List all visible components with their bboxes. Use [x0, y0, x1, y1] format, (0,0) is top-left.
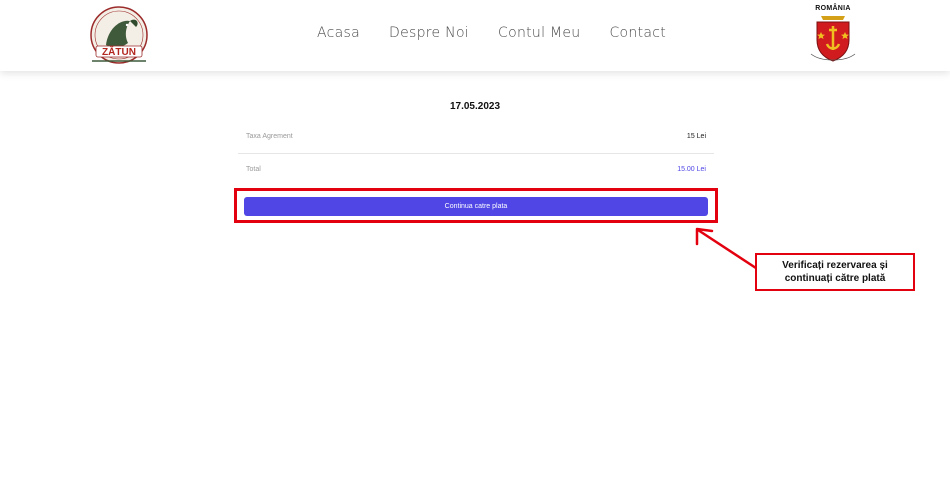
crest-title: ROMÂNIA: [815, 5, 851, 12]
annotation-callout: Verificați rezervarea și continuați cătr…: [755, 253, 915, 291]
fee-label: Taxa Agrement: [246, 133, 293, 140]
callout-line-1: Verificați rezervarea și: [782, 260, 888, 271]
nav-contact[interactable]: Contact: [609, 25, 666, 41]
main-nav: Acasa Despre Noi Contul Meu Contact: [317, 25, 666, 41]
callout-line-2: continuați către plată: [784, 273, 886, 284]
site-header: ZĂTUN Acasa Despre Noi Contul Meu Contac…: [0, 0, 950, 71]
nav-acasa[interactable]: Acasa: [317, 25, 360, 41]
fish-logo-icon: ZĂTUN: [90, 6, 148, 64]
nav-contul-meu[interactable]: Contul Meu: [498, 25, 580, 41]
county-crest[interactable]: ROMÂNIA: [805, 5, 861, 65]
booking-date: 17.05.2023: [449, 101, 501, 112]
nav-despre-noi[interactable]: Despre Noi: [389, 25, 469, 41]
summary-divider: [238, 153, 714, 154]
total-value: 15.00 Lei: [677, 166, 706, 173]
county-crest-icon: [810, 16, 856, 62]
total-label: Total: [246, 166, 261, 173]
zatun-logo[interactable]: ZĂTUN: [86, 5, 152, 68]
fee-value: 15 Lei: [686, 133, 706, 140]
continue-to-payment-button[interactable]: Continua catre plata: [244, 197, 708, 216]
logo-text: ZĂTUN: [102, 45, 136, 58]
